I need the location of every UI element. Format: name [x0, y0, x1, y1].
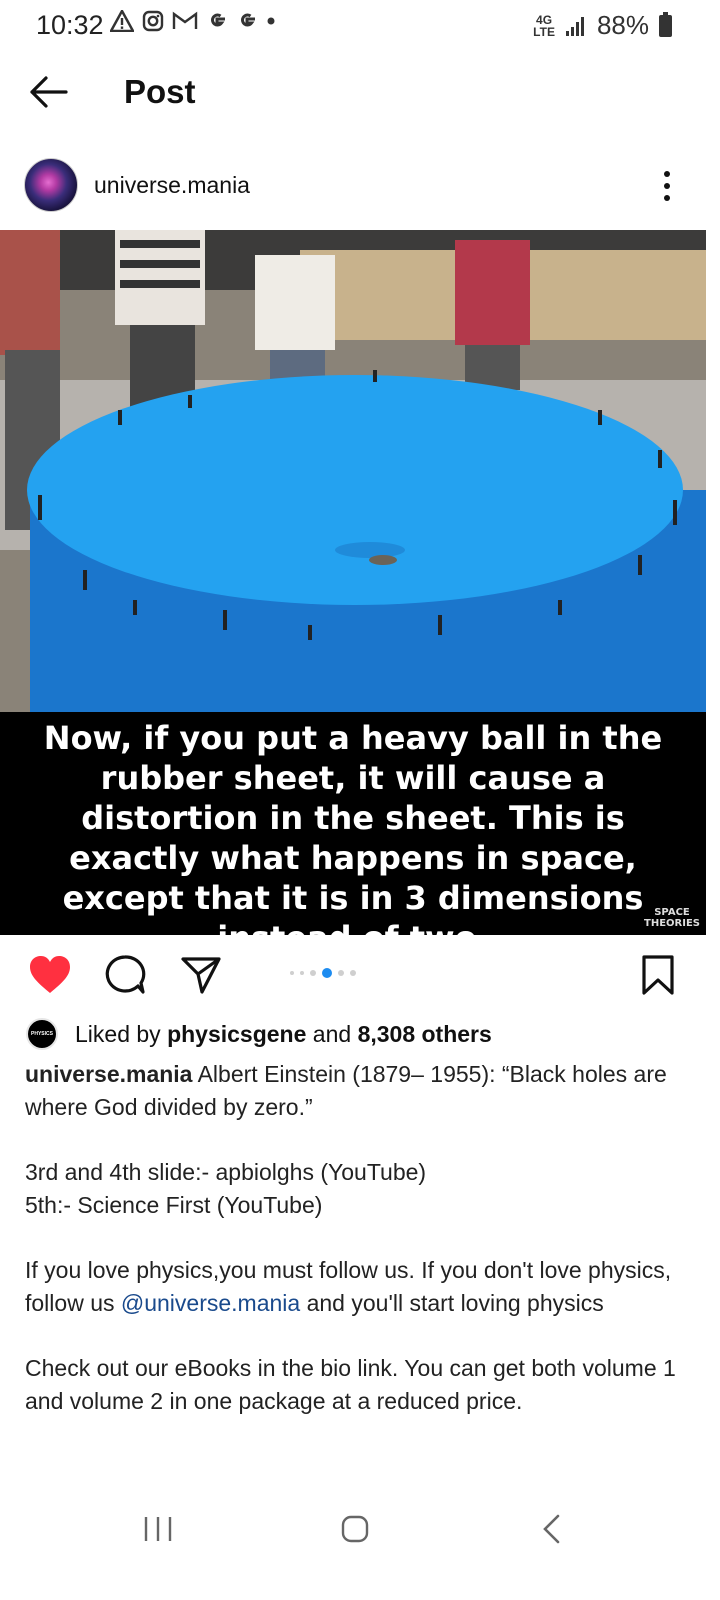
back-arrow-icon[interactable]: [28, 74, 68, 110]
watermark-line1: SPACE: [654, 907, 690, 918]
watermark: SPACE THEORIES: [644, 907, 700, 929]
like-heart-icon[interactable]: [28, 954, 72, 996]
dot-icon: [267, 17, 275, 25]
likes-row[interactable]: PHYSICS Liked by physicsgene and 8,308 o…: [0, 1014, 720, 1054]
google-icon: [241, 13, 255, 27]
media-overlay-text: Now, if you put a heavy ball in the rubb…: [43, 719, 663, 935]
recents-icon[interactable]: [142, 1514, 174, 1544]
back-nav-icon[interactable]: [540, 1514, 564, 1544]
page-title: Post: [124, 73, 196, 110]
likes-prefix: Liked by: [75, 1021, 168, 1047]
carousel-dot: [290, 971, 294, 975]
media-photo: [0, 230, 706, 712]
liker-username[interactable]: physicsgene: [167, 1021, 306, 1047]
status-time: 10:32: [36, 10, 104, 40]
caption-mention-link[interactable]: @universe.mania: [121, 1290, 300, 1316]
caption-promo: If you love physics,you must follow us. …: [25, 1254, 685, 1320]
notification-icons: [110, 10, 276, 32]
more-options-icon[interactable]: [656, 166, 678, 206]
caption-credit1: 3rd and 4th slide:- apbiolghs (YouTube): [25, 1159, 427, 1185]
watermark-line2: THEORIES: [644, 918, 700, 929]
author-username[interactable]: universe.mania: [94, 172, 250, 199]
caption-promo-after: and you'll start loving physics: [300, 1290, 604, 1316]
liker-avatar: PHYSICS: [26, 1018, 58, 1050]
google-icon: [211, 13, 225, 27]
caption-ebook: Check out our eBooks in the bio link. Yo…: [25, 1355, 676, 1414]
carousel-dot: [300, 971, 304, 975]
battery-icon: [659, 11, 672, 37]
content-cutoff: [0, 1478, 720, 1496]
caption-credits: 3rd and 4th slide:- apbiolghs (YouTube) 5…: [25, 1156, 685, 1222]
battery-level: 88%: [596, 10, 649, 40]
status-right: 4G LTE 88%: [533, 10, 672, 41]
post-caption: universe.mania Albert Einstein (1879– 19…: [25, 1058, 685, 1450]
signal-icon: [565, 16, 584, 36]
gmail-icon: [172, 11, 198, 29]
author-avatar[interactable]: [24, 158, 78, 212]
caption-author[interactable]: universe.mania: [25, 1061, 192, 1087]
media-caption-band: Now, if you put a heavy ball in the rubb…: [0, 712, 706, 935]
carousel-dot: [350, 970, 356, 976]
carousel-dot: [338, 970, 344, 976]
share-icon[interactable]: [180, 954, 222, 996]
likes-others[interactable]: 8,308 others: [358, 1021, 492, 1047]
post-actions: [0, 946, 720, 1006]
app-header: Post: [0, 60, 720, 126]
caption-credit2: 5th:- Science First (YouTube): [25, 1192, 323, 1218]
post-header: universe.mania: [0, 156, 720, 220]
status-bar: 10:32 4G LTE 88%: [0, 0, 720, 56]
comment-icon[interactable]: [104, 954, 146, 996]
carousel-indicator: [290, 968, 356, 978]
system-nav-bar: [0, 1496, 720, 1600]
network-4g-icon: 4G LTE: [533, 12, 555, 39]
warning-icon: [110, 10, 134, 32]
likes-text: Liked by physicsgene and 8,308 others: [75, 1021, 492, 1048]
carousel-dot-active: [322, 968, 332, 978]
post-media[interactable]: Now, if you put a heavy ball in the rubb…: [0, 230, 706, 935]
caption-quote: universe.mania Albert Einstein (1879– 19…: [25, 1058, 685, 1124]
bookmark-icon[interactable]: [640, 954, 676, 996]
home-icon[interactable]: [340, 1514, 370, 1544]
instagram-icon: [142, 10, 164, 32]
carousel-dot: [310, 970, 316, 976]
likes-middle: and: [306, 1021, 358, 1047]
